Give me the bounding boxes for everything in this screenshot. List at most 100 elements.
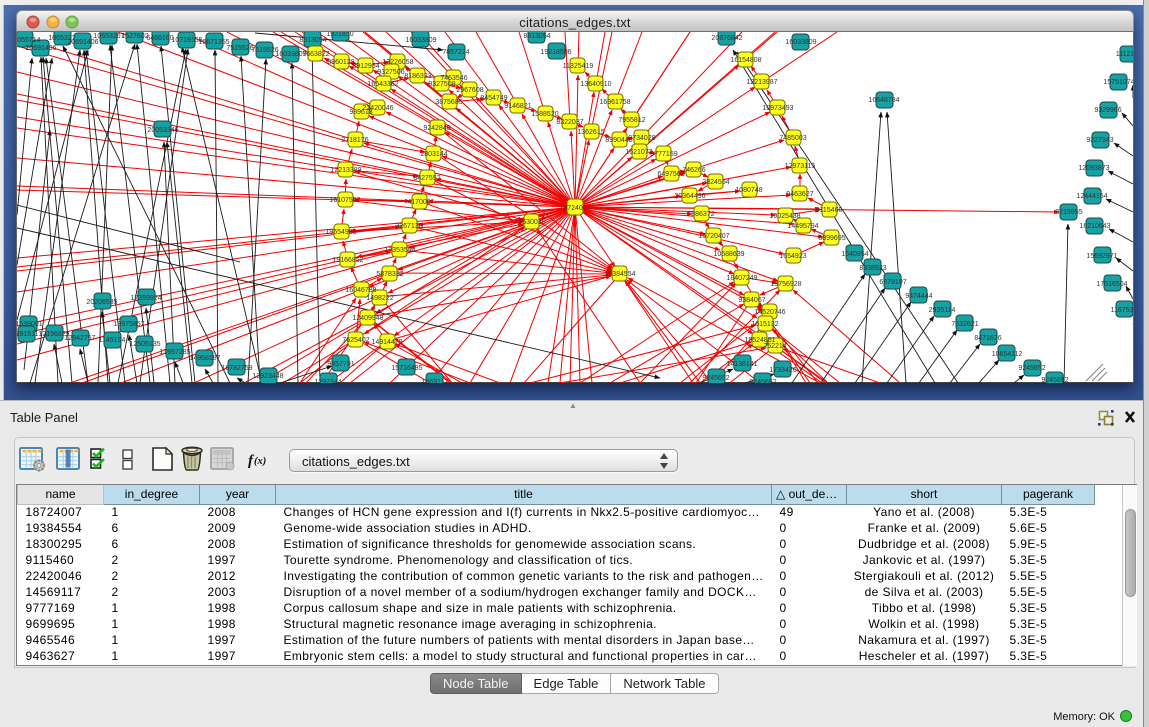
- svg-text:8813054: 8813054: [299, 37, 326, 44]
- svg-text:6466160: 6466160: [146, 35, 173, 42]
- svg-text:1527602: 1527602: [121, 33, 148, 40]
- svg-text:12444154: 12444154: [1076, 193, 1107, 200]
- svg-text:15751074: 15751074: [1103, 79, 1133, 86]
- svg-text:13640910: 13640910: [580, 81, 611, 88]
- svg-text:9384067: 9384067: [738, 297, 765, 304]
- svg-text:13226058: 13226058: [382, 59, 413, 66]
- svg-text:1640954: 1640954: [841, 251, 868, 258]
- svg-text:20206535: 20206535: [86, 299, 117, 306]
- svg-text:2803144: 2803144: [420, 151, 447, 158]
- svg-text:8215955: 8215955: [1055, 209, 1082, 216]
- svg-text:20691406: 20691406: [67, 39, 98, 46]
- svg-text:14520746: 14520746: [754, 309, 785, 316]
- svg-text:1080748: 1080748: [735, 187, 762, 194]
- svg-text:16671355: 16671355: [198, 39, 229, 46]
- svg-text:17016504: 17016504: [1096, 281, 1127, 288]
- svg-text:1530025: 1530025: [518, 219, 545, 226]
- svg-text:252214: 252214: [763, 343, 786, 350]
- svg-text:12923448: 12923448: [252, 373, 283, 380]
- svg-text:20876842: 20876842: [711, 35, 742, 42]
- svg-text:12353594: 12353594: [384, 247, 415, 254]
- svg-text:7886372: 7886372: [687, 211, 714, 218]
- svg-text:417006: 417006: [407, 199, 430, 206]
- svg-text:8471626: 8471626: [974, 335, 1001, 342]
- svg-text:10654112: 10654112: [992, 351, 1023, 358]
- svg-text:8186323: 8186323: [404, 73, 431, 80]
- svg-text:11325419: 11325419: [563, 63, 594, 70]
- svg-text:9245652: 9245652: [1018, 365, 1045, 372]
- svg-text:19975857: 19975857: [113, 321, 144, 328]
- svg-text:8427552: 8427552: [413, 175, 440, 182]
- svg-text:19654983: 19654983: [325, 229, 356, 236]
- svg-text:15716485: 15716485: [391, 365, 422, 372]
- svg-text:7632621: 7632621: [951, 321, 978, 328]
- svg-text:1654923: 1654923: [779, 253, 806, 260]
- svg-text:1498222: 1498222: [366, 295, 393, 302]
- svg-text:1167533: 1167533: [1111, 307, 1133, 314]
- svg-text:6879197: 6879197: [879, 279, 906, 286]
- svg-text:12942757: 12942757: [64, 335, 95, 342]
- svg-text:1615132: 1615132: [751, 321, 778, 328]
- svg-text:7515526: 7515526: [226, 45, 253, 52]
- svg-text:746266: 746266: [682, 167, 705, 174]
- svg-text:9245652: 9245652: [1041, 377, 1068, 383]
- svg-text:12973115: 12973115: [785, 163, 816, 170]
- svg-text:16033809: 16033809: [405, 37, 436, 44]
- svg-text:9327506: 9327506: [377, 69, 404, 76]
- svg-text:17957285: 17957285: [159, 349, 190, 356]
- svg-text:12093873: 12093873: [1078, 165, 1109, 172]
- svg-text:6497568: 6497568: [657, 171, 684, 178]
- svg-text:12505135: 12505135: [129, 341, 160, 348]
- svg-text:9734028: 9734028: [628, 135, 655, 142]
- svg-text:1621072: 1621072: [625, 149, 652, 156]
- svg-text:20364436: 20364436: [674, 193, 705, 200]
- svg-text:16543362: 16543362: [367, 81, 398, 88]
- svg-text:16648784: 16648784: [868, 97, 899, 104]
- svg-text:12213987: 12213987: [746, 79, 777, 86]
- svg-text:8912954: 8912954: [352, 63, 379, 70]
- svg-text:16782759: 16782759: [221, 365, 252, 372]
- svg-text:1639001: 1639001: [17, 321, 43, 328]
- svg-text:2718176: 2718176: [341, 137, 368, 144]
- svg-text:3824554: 3824554: [702, 179, 729, 186]
- svg-text:1469117: 1469117: [422, 379, 449, 383]
- svg-text:7663822: 7663822: [302, 51, 329, 58]
- svg-text:8813054: 8813054: [523, 33, 550, 40]
- svg-text:989613: 989613: [349, 109, 372, 116]
- svg-text:14914479: 14914479: [371, 339, 402, 346]
- svg-text:8322037: 8322037: [556, 119, 583, 126]
- svg-text:14136141: 14136141: [726, 361, 757, 368]
- svg-text:2935114: 2935114: [929, 307, 956, 314]
- svg-text:9245652: 9245652: [702, 375, 729, 382]
- svg-text:16033809: 16033809: [785, 39, 816, 46]
- svg-text:10688639: 10688639: [713, 251, 744, 258]
- svg-text:14055714: 14055714: [17, 37, 41, 44]
- svg-text:18407249: 18407249: [726, 275, 757, 282]
- svg-text:8938923: 8938923: [859, 265, 886, 272]
- svg-text:7625402: 7625402: [342, 337, 369, 344]
- svg-text:1112131: 1112131: [1116, 51, 1133, 58]
- svg-text:12409948: 12409948: [352, 315, 383, 322]
- svg-text:20691406: 20691406: [25, 45, 56, 52]
- svg-text:9474444: 9474444: [905, 293, 932, 300]
- svg-text:10025438: 10025438: [769, 213, 800, 220]
- svg-text:12213389: 12213389: [330, 167, 361, 174]
- svg-text:18724007: 18724007: [559, 205, 590, 212]
- svg-text:1145194: 1145194: [99, 337, 126, 344]
- svg-text:15692971: 15692971: [1086, 253, 1117, 260]
- svg-text:9245652: 9245652: [749, 379, 776, 383]
- svg-text:16961758: 16961758: [599, 99, 630, 106]
- svg-text:9457791: 9457791: [327, 361, 354, 368]
- svg-text:19384554: 19384554: [604, 271, 635, 278]
- svg-text:1921850: 1921850: [326, 32, 353, 38]
- svg-text:16046788: 16046788: [345, 287, 376, 294]
- svg-text:16154808: 16154808: [730, 57, 761, 64]
- svg-text:14495794: 14495794: [787, 223, 818, 230]
- svg-text:3267130: 3267130: [395, 223, 422, 230]
- svg-text:9327508: 9327508: [428, 81, 455, 88]
- svg-text:9227343: 9227343: [1086, 137, 1113, 144]
- svg-text:(x): (x): [254, 456, 266, 467]
- svg-text:17359924: 17359924: [130, 295, 161, 302]
- svg-text:7857224: 7857224: [442, 49, 469, 56]
- svg-text:6899695: 6899695: [818, 235, 845, 242]
